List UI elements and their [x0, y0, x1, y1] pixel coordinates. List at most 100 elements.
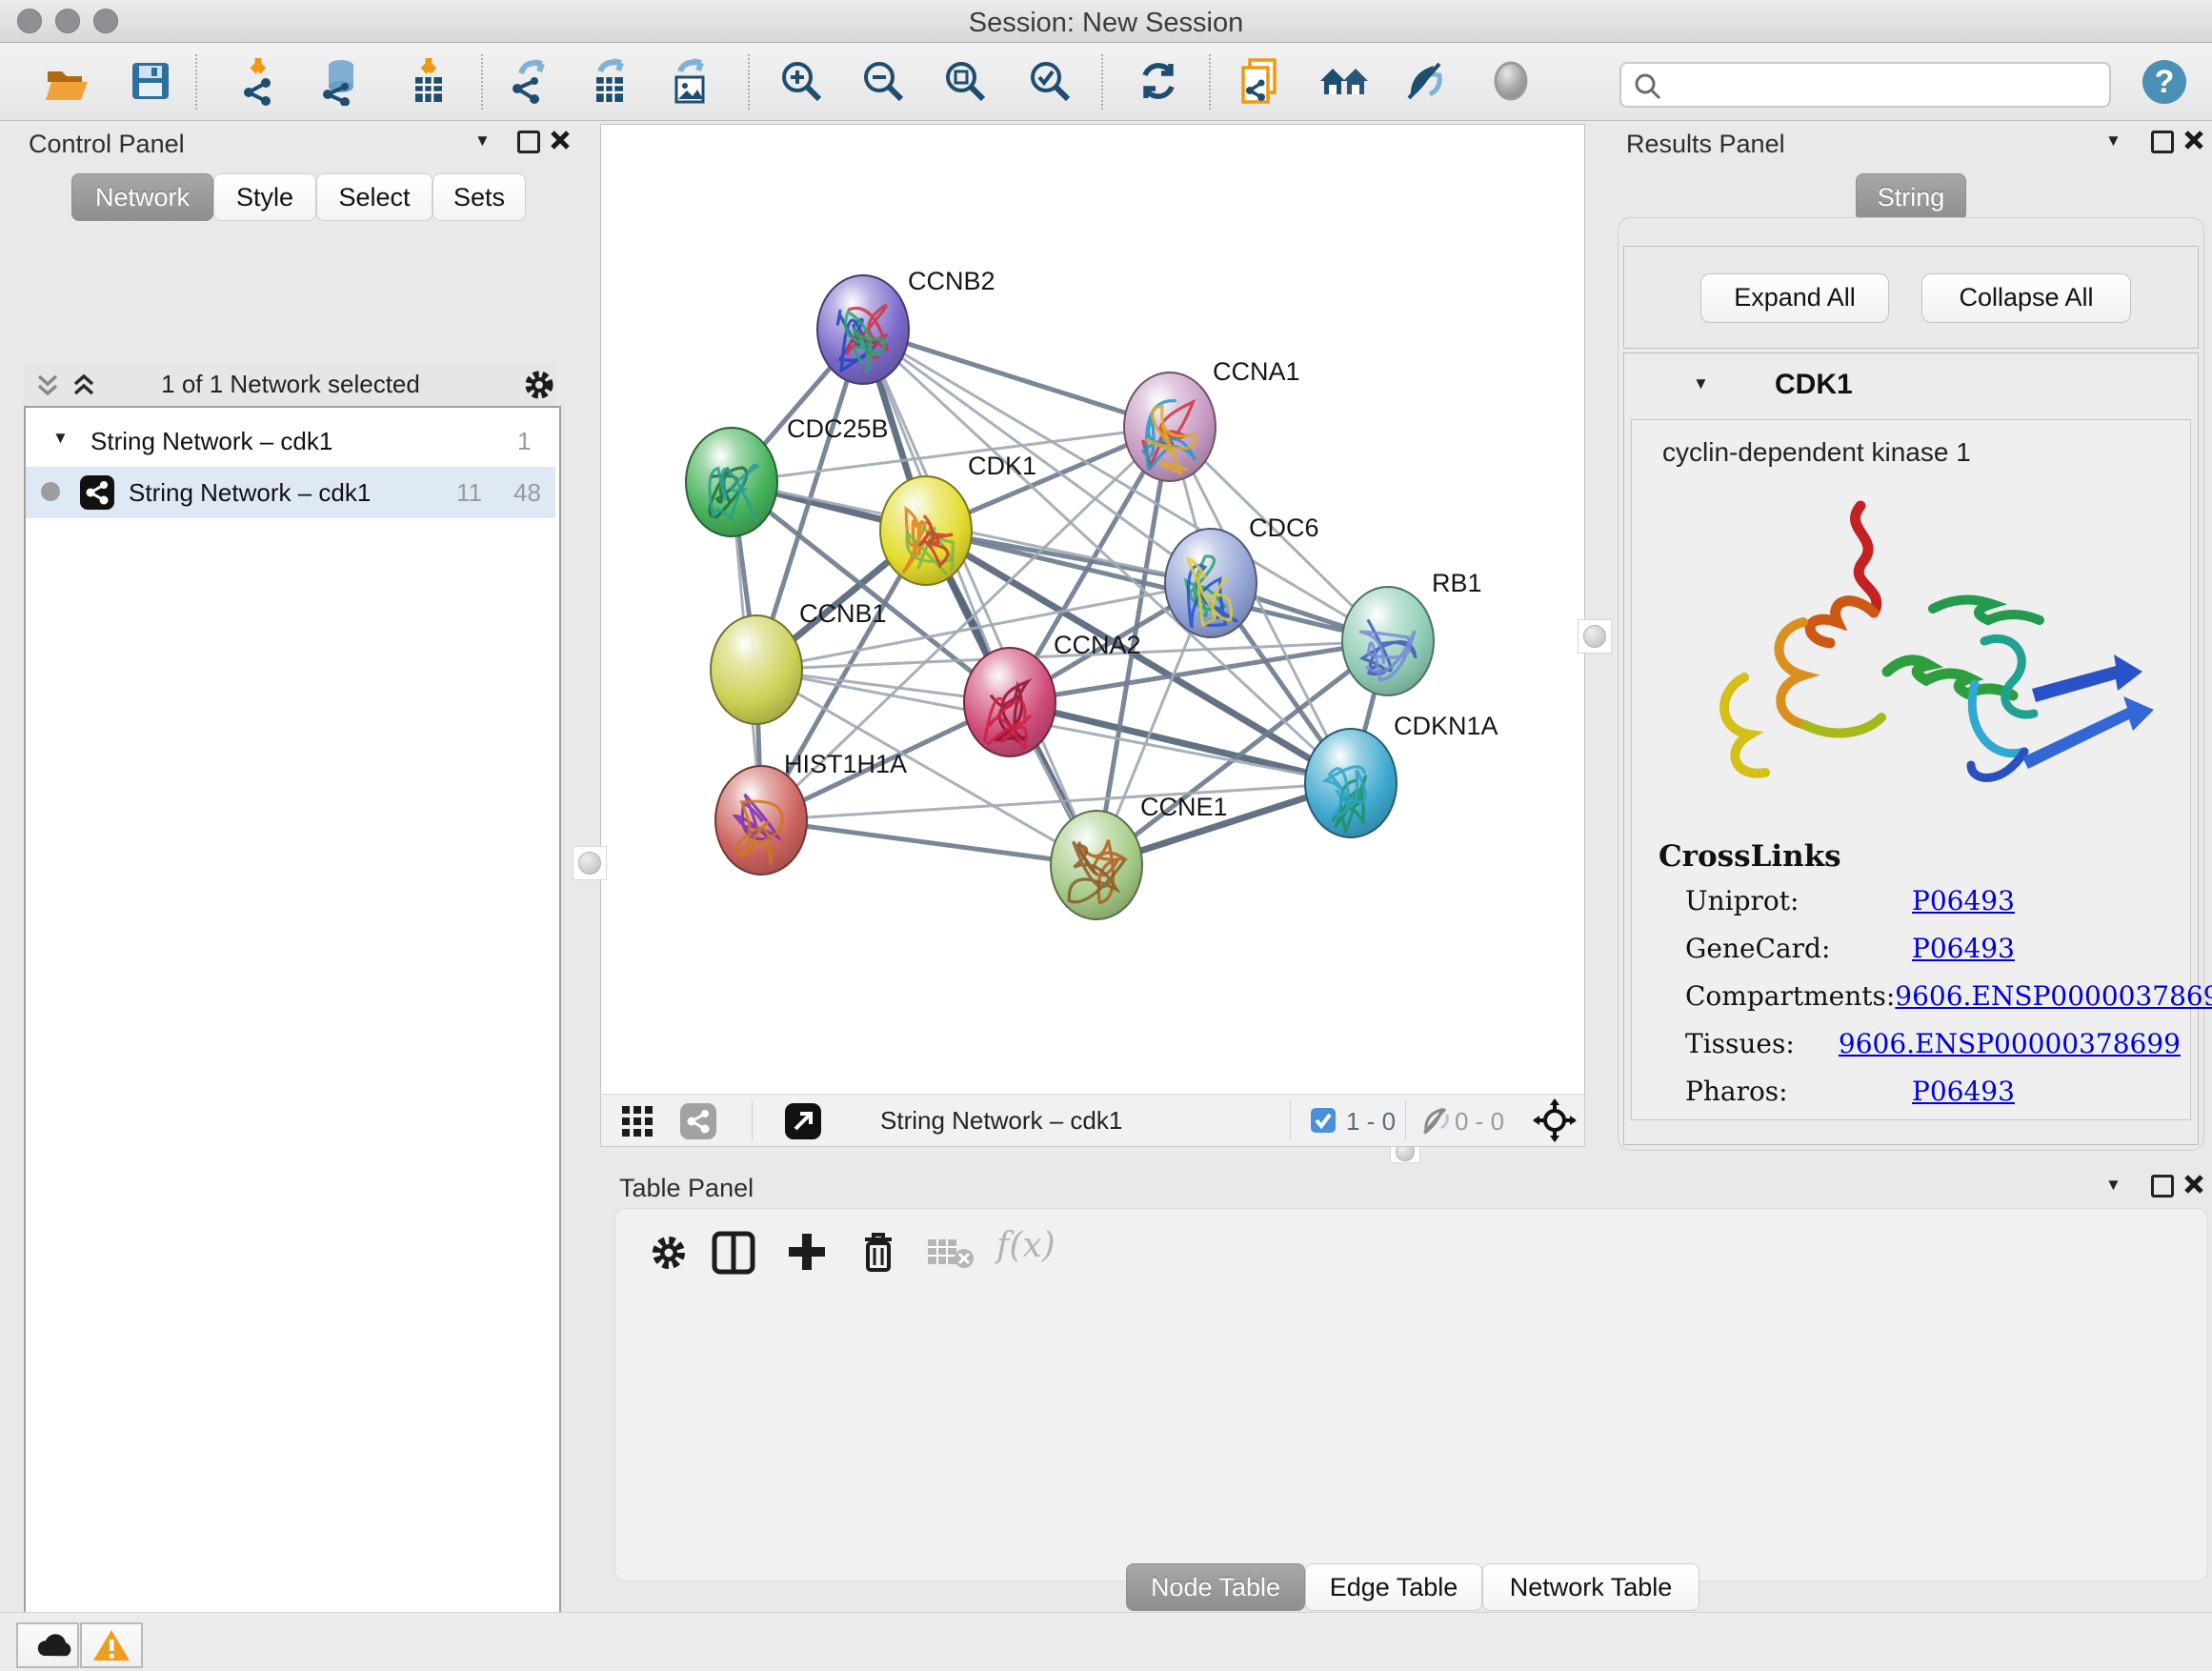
network-node-ccnb1[interactable] — [711, 615, 802, 724]
network-collection-row[interactable]: ▼ String Network – cdk1 1 — [26, 415, 555, 467]
crosslink-link[interactable]: P06493 — [1912, 933, 2015, 964]
delete-table-icon — [926, 1236, 975, 1270]
open-file-icon[interactable] — [42, 56, 91, 106]
network-view-title: String Network – cdk1 — [880, 1106, 1122, 1136]
results-panel-float-icon[interactable] — [2151, 131, 2174, 153]
import-database-icon[interactable] — [316, 56, 366, 106]
import-table-icon[interactable] — [404, 56, 453, 106]
network-node-cdkn1a[interactable] — [1305, 729, 1397, 837]
tab-network[interactable]: Network — [71, 173, 213, 221]
tab-sets[interactable]: Sets — [432, 173, 526, 221]
control-panel-float-icon[interactable] — [517, 131, 540, 153]
crosslink-label: Pharos: — [1685, 1076, 1912, 1107]
node-label-ccna1: CCNA1 — [1213, 357, 1300, 386]
network-node-cdc6[interactable] — [1165, 529, 1257, 637]
cloud-button[interactable] — [16, 1622, 79, 1668]
node-label-cdc25b: CDC25B — [787, 414, 889, 443]
crosslink-link[interactable]: P06493 — [1912, 885, 2015, 916]
search-input[interactable] — [1671, 66, 2094, 102]
window-title: Session: New Session — [0, 8, 2212, 39]
network-edge[interactable] — [863, 330, 1096, 865]
results-panel-menu-icon[interactable]: ▼ — [2105, 131, 2122, 151]
zoom-in-icon[interactable] — [776, 56, 826, 106]
network-node-ccna1[interactable] — [1124, 372, 1216, 481]
add-column-icon[interactable] — [785, 1230, 829, 1274]
clone-network-icon[interactable] — [1237, 56, 1286, 106]
search-bar[interactable] — [1619, 62, 2111, 108]
warnings-button[interactable] — [80, 1622, 143, 1668]
toolbar-separator — [1209, 54, 1211, 110]
network-label: String Network – cdk1 — [129, 478, 371, 508]
grid-view-icon[interactable] — [620, 1104, 654, 1138]
tab-edge-table[interactable]: Edge Table — [1305, 1563, 1482, 1611]
gear-icon[interactable] — [523, 369, 555, 401]
string-network-graph[interactable]: CCNB2CCNA1CDC25BCDK1CDC6RB1CCNB1CCNA2CDK… — [601, 125, 1584, 1095]
table-panel-menu-icon[interactable]: ▼ — [2105, 1176, 2122, 1195]
table-panel-close-icon[interactable] — [2183, 1174, 2204, 1195]
birdseye-view-icon[interactable] — [1533, 1098, 1577, 1147]
tab-node-table[interactable]: Node Table — [1126, 1563, 1305, 1611]
network-node-cdk1[interactable] — [880, 476, 972, 585]
control-panel-close-icon[interactable] — [550, 130, 571, 151]
export-image-icon[interactable] — [665, 56, 714, 106]
collapse-all-button[interactable]: Collapse All — [1921, 273, 2131, 323]
open-in-new-window-icon[interactable] — [784, 1102, 822, 1140]
table-gear-icon[interactable] — [650, 1234, 688, 1272]
crosslink-link[interactable]: 9606.ENSP00000378699 — [1895, 980, 2212, 1012]
node-label-cdc6: CDC6 — [1249, 513, 1319, 542]
tab-style[interactable]: Style — [213, 173, 316, 221]
home-networks-icon[interactable] — [1317, 56, 1367, 106]
collapse-tree-icon[interactable]: ▼ — [52, 429, 69, 448]
node-label-hist1h1a: HIST1H1A — [784, 750, 907, 778]
network-collection-label: String Network – cdk1 — [90, 427, 332, 456]
warning-icon — [82, 1624, 141, 1666]
hidden-eye-icon — [1418, 1105, 1451, 1136]
tab-select[interactable]: Select — [316, 173, 432, 221]
control-panel-menu-icon[interactable]: ▼ — [474, 131, 491, 151]
zoom-out-icon[interactable] — [858, 56, 908, 106]
tab-network-table[interactable]: Network Table — [1482, 1563, 1699, 1611]
network-node-ccne1[interactable] — [1051, 811, 1142, 919]
split-columns-icon[interactable] — [711, 1230, 756, 1276]
table-panel-body: f(x) shared namenamecanonical namedataba… — [614, 1208, 2208, 1581]
network-edge[interactable] — [761, 820, 1096, 865]
hide-selection-icon[interactable] — [1401, 56, 1451, 106]
node-label-ccna2: CCNA2 — [1054, 631, 1141, 659]
help-button[interactable]: ? — [2141, 58, 2188, 111]
delete-column-icon[interactable] — [857, 1228, 899, 1276]
network-canvas[interactable]: CCNB2CCNA1CDC25BCDK1CDC6RB1CCNB1CCNA2CDK… — [600, 124, 1585, 1096]
network-node-rb1[interactable] — [1342, 587, 1434, 695]
status-bar: Memory — [0, 1612, 2212, 1671]
table-panel-float-icon[interactable] — [2151, 1175, 2174, 1198]
save-session-icon[interactable] — [126, 56, 175, 106]
network-edge[interactable] — [863, 330, 1170, 427]
network-node-cdc25b[interactable] — [686, 428, 777, 536]
network-node-ccna2[interactable] — [964, 648, 1056, 756]
refresh-icon[interactable] — [1134, 56, 1183, 106]
selected-checkbox-icon[interactable] — [1310, 1107, 1337, 1134]
results-panel-close-icon[interactable] — [2183, 130, 2204, 151]
network-row-selected[interactable]: String Network – cdk1 11 48 — [26, 467, 555, 518]
section-collapse-icon[interactable]: ▼ — [1693, 374, 1709, 393]
export-table-icon[interactable] — [585, 56, 634, 106]
zoom-selected-icon[interactable] — [1025, 56, 1075, 106]
export-network-icon[interactable] — [504, 56, 553, 106]
tab-string[interactable]: String — [1856, 173, 1966, 221]
network-node-ccnb2[interactable] — [817, 275, 909, 384]
crosslink-row: Tissues:9606.ENSP00000378699 — [1685, 1028, 2181, 1059]
main-toolbar: ? — [0, 43, 2212, 121]
network-node-hist1h1a[interactable] — [715, 766, 807, 875]
network-node-count: 11 — [456, 478, 482, 508]
svg-text:?: ? — [2155, 64, 2175, 100]
crosslink-link[interactable]: 9606.ENSP00000378699 — [1839, 1028, 2181, 1059]
zoom-fit-icon[interactable] — [940, 56, 990, 106]
results-section-content: cyclin-dependent kinase 1 CrossLinks Uni… — [1631, 419, 2191, 1120]
expand-all-button[interactable]: Expand All — [1700, 273, 1889, 323]
crosslink-link[interactable]: P06493 — [1912, 1076, 2015, 1107]
network-collection-count: 1 — [517, 427, 531, 456]
share-view-icon[interactable] — [679, 1102, 717, 1140]
left-divider-handle[interactable] — [573, 846, 607, 880]
network-edge[interactable] — [1010, 702, 1351, 783]
import-network-icon[interactable] — [235, 56, 285, 106]
function-builder-icon: f(x) — [996, 1226, 1056, 1265]
